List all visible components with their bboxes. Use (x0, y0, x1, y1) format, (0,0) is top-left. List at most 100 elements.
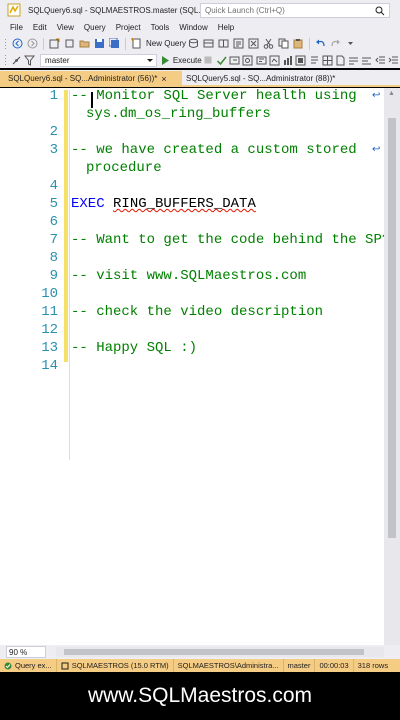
quick-launch-placeholder: Quick Launch (Ctrl+Q) (205, 6, 285, 15)
line-number: 14 (41, 358, 58, 374)
query-options-icon[interactable] (242, 54, 253, 67)
tab-sqlquery5[interactable]: SQLQuery5.sql - SQ...Administrator (88))… (184, 71, 344, 86)
code-line-3-wrapped: procedure (86, 160, 162, 176)
stop-icon[interactable] (203, 54, 214, 67)
zoom-select[interactable]: 90 % (6, 646, 46, 658)
new-query-button[interactable]: New Query (146, 39, 186, 48)
line-number: 3 (49, 142, 58, 158)
sql-editor-toolbar: master Execute (0, 52, 400, 68)
toolbar-separator (309, 37, 311, 50)
code-line-11: -- check the video description (71, 304, 324, 320)
menu-file[interactable]: File (5, 23, 28, 32)
comment-lines-icon[interactable] (348, 54, 359, 67)
vertical-scrollbar[interactable]: ▲ (384, 88, 400, 645)
scrollbar-thumb[interactable] (388, 118, 396, 538)
code-line-9: -- visit www.SQLMaestros.com (71, 268, 307, 284)
database-select-value: master (45, 55, 70, 65)
xmla-query-icon[interactable] (232, 37, 245, 50)
menu-query[interactable]: Query (79, 23, 111, 32)
increase-indent-icon[interactable] (388, 54, 399, 67)
search-icon (375, 6, 385, 16)
menu-window[interactable]: Window (174, 23, 212, 32)
toolbar-separator (43, 37, 44, 50)
check-circle-icon (4, 662, 12, 669)
undo-icon[interactable] (314, 37, 327, 50)
copy-icon[interactable] (277, 37, 290, 50)
word-wrap-icon: ↩ (372, 144, 381, 155)
editor-margin-line (69, 90, 70, 460)
decrease-indent-icon[interactable] (374, 54, 386, 67)
line-number: 6 (49, 214, 58, 230)
menu-bar: File Edit View Query Project Tools Windo… (0, 20, 400, 35)
filter-icon[interactable] (23, 54, 35, 67)
results-text-icon[interactable] (308, 54, 319, 67)
scroll-up-icon[interactable]: ▲ (388, 90, 395, 97)
play-icon (161, 55, 169, 65)
live-stats-icon[interactable] (282, 54, 293, 67)
menu-help[interactable]: Help (213, 23, 239, 32)
mdx-query-icon[interactable] (202, 37, 215, 50)
intellisense-icon[interactable] (256, 54, 267, 67)
footer-url: www.SQLMaestros.com (87, 684, 313, 707)
line-number: 12 (41, 322, 58, 338)
back-icon[interactable] (11, 37, 24, 50)
open-folder-icon[interactable] (78, 37, 91, 50)
dropdown-arrow-icon[interactable] (344, 37, 357, 50)
code-line-7: -- Want to get the code behind the SP? (71, 232, 391, 248)
code-line-1: -- Monitor SQL Server health using (71, 88, 357, 104)
menu-project[interactable]: Project (111, 23, 146, 32)
line-number: 11 (41, 304, 58, 320)
database-status: master (284, 659, 316, 672)
client-stats-icon[interactable] (295, 54, 306, 67)
document-tabs: SQLQuery6.sql - SQ...Administrator (56))… (0, 70, 400, 87)
user-status: SQLMAESTROS\Administra... (174, 659, 284, 672)
scrollbar-thumb[interactable] (64, 649, 364, 655)
toolbar-grip (4, 37, 7, 50)
results-grid-icon[interactable] (322, 54, 333, 67)
cut-icon[interactable] (262, 37, 275, 50)
change-tracking-bar (64, 90, 68, 362)
database-select[interactable]: master (40, 53, 157, 67)
toolbar-grip (4, 54, 7, 66)
horizontal-scrollbar[interactable] (56, 647, 384, 657)
line-number-gutter: 1 2 3 4 5 6 7 8 9 10 11 12 13 14 (0, 88, 64, 645)
uncomment-lines-icon[interactable] (361, 54, 372, 67)
tab-sqlquery6-label: SQLQuery6.sql - SQ...Administrator (56))… (8, 74, 158, 83)
menu-edit[interactable]: Edit (28, 23, 52, 32)
line-number: 7 (49, 232, 58, 248)
status-bar: Query ex... SQLMAESTROS (15.0 RTM) SQLMA… (0, 659, 400, 672)
server-icon (61, 662, 69, 669)
new-project-icon[interactable] (48, 37, 61, 50)
parse-check-icon[interactable] (216, 54, 227, 67)
save-all-icon[interactable] (108, 37, 121, 50)
results-file-icon[interactable] (335, 54, 346, 67)
dmx-query-icon[interactable] (217, 37, 230, 50)
add-item-icon[interactable] (63, 37, 76, 50)
actual-plan-icon[interactable] (269, 54, 280, 67)
menu-view[interactable]: View (52, 23, 79, 32)
query-status: Query ex... (0, 659, 57, 672)
execute-button[interactable]: Execute (161, 55, 202, 65)
save-icon[interactable] (93, 37, 106, 50)
quick-launch-input[interactable]: Quick Launch (Ctrl+Q) (200, 3, 390, 18)
paste-icon[interactable] (292, 37, 305, 50)
tab-sqlquery6[interactable]: SQLQuery6.sql - SQ...Administrator (56))… (0, 71, 182, 86)
standard-toolbar: New Query (0, 35, 400, 52)
line-number: 9 (49, 268, 58, 284)
server-text: SQLMAESTROS (15.0 RTM) (71, 661, 169, 670)
redo-icon[interactable] (329, 37, 342, 50)
database-engine-query-icon[interactable] (187, 37, 200, 50)
display-plan-icon[interactable] (229, 54, 240, 67)
row-count: 318 rows (357, 661, 389, 670)
dax-query-icon[interactable] (247, 37, 260, 50)
query-editor[interactable]: 1 2 3 4 5 6 7 8 9 10 11 12 13 14 -- Moni… (0, 88, 400, 645)
close-icon[interactable]: × (161, 74, 166, 84)
connect-icon[interactable] (11, 54, 22, 67)
code-line-13: -- Happy SQL :) (71, 340, 198, 356)
line-number: 5 (49, 196, 58, 212)
line-number: 2 (49, 124, 58, 140)
window-title: SQLQuery6.sql - SQLMAESTROS.master (SQL.… (28, 5, 205, 15)
menu-tools[interactable]: Tools (146, 23, 175, 32)
forward-icon[interactable] (26, 37, 39, 50)
new-query-icon[interactable] (130, 37, 143, 50)
